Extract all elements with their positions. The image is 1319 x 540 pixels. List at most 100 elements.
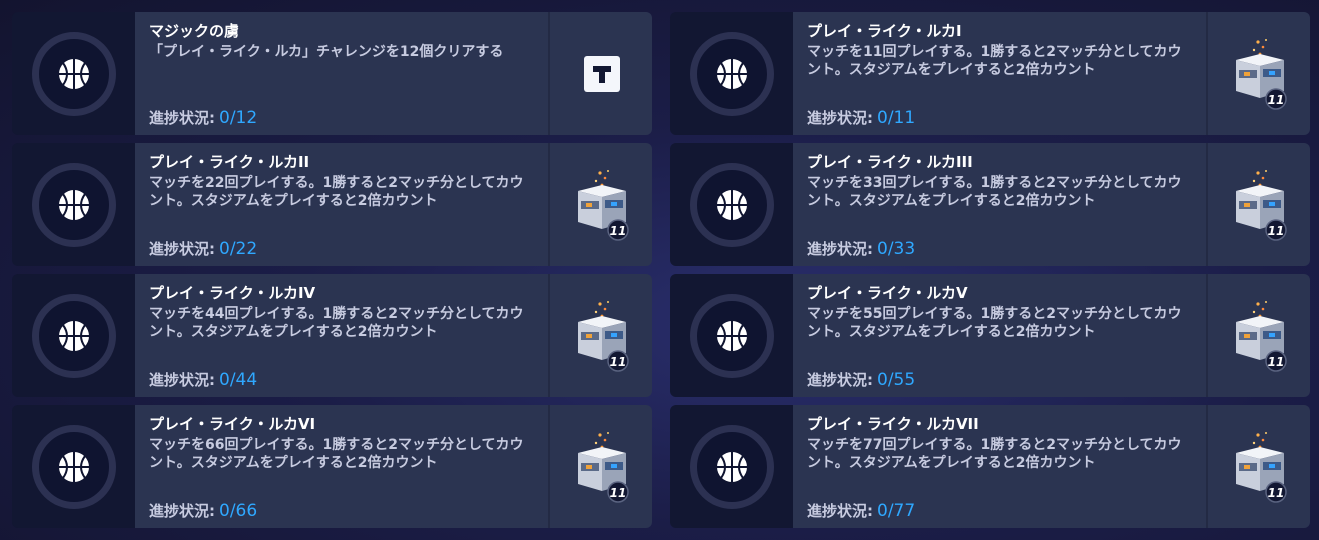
progress-label: 進捗状況: [807, 109, 873, 127]
challenge-progress: 進捗状況: 0/12 [149, 107, 257, 128]
challenge-title: プレイ・ライク・ルカIV [149, 284, 316, 302]
loot-box-badge: 11 [1268, 355, 1285, 369]
loot-box-icon: 11 [578, 169, 629, 241]
loot-box-icon: 11 [1236, 431, 1287, 503]
challenge-card[interactable]: プレイ・ライク・ルカV マッチを55回プレイする。1勝すると2マッチ分としてカウ… [670, 274, 1310, 397]
challenge-title: プレイ・ライク・ルカIII [807, 153, 973, 171]
loot-box-icon: 11 [578, 300, 629, 372]
challenge-icon-panel [670, 405, 793, 528]
basketball-icon [31, 424, 116, 509]
challenge-description: マッチを33回プレイする。1勝すると2マッチ分としてカウント。スタジアムをプレイ… [807, 175, 1182, 209]
challenge-progress: 進捗状況: 0/55 [807, 369, 915, 390]
progress-label: 進捗状況: [149, 240, 215, 258]
challenge-icon-panel [670, 274, 793, 397]
loot-box-badge: 11 [610, 224, 627, 238]
progress-total: /66 [229, 501, 258, 521]
challenge-content: プレイ・ライク・ルカV マッチを55回プレイする。1勝すると2マッチ分としてカウ… [793, 274, 1206, 397]
loot-box-badge: 11 [1268, 93, 1285, 107]
basketball-icon [31, 162, 116, 247]
reward-slot[interactable] [548, 12, 652, 135]
progress-current: 0 [219, 501, 230, 521]
challenge-content: マジックの虜 「プレイ・ライク・ルカ」チャレンジを12個クリアする 進捗状況: 0… [135, 12, 548, 135]
challenge-title: マジックの虜 [149, 22, 240, 40]
progress-total: /33 [887, 239, 916, 259]
challenge-content: プレイ・ライク・ルカIII マッチを33回プレイする。1勝すると2マッチ分として… [793, 143, 1206, 266]
challenge-icon-panel [670, 12, 793, 135]
challenge-title: プレイ・ライク・ルカVII [807, 415, 979, 433]
progress-total: /12 [229, 108, 258, 128]
loot-box-icon: 11 [1236, 300, 1287, 372]
challenge-progress: 進捗状況: 0/66 [149, 500, 257, 521]
challenge-description: マッチを66回プレイする。1勝すると2マッチ分としてカウント。スタジアムをプレイ… [149, 437, 524, 471]
challenge-description: マッチを11回プレイする。1勝すると2マッチ分としてカウント。スタジアムをプレイ… [807, 44, 1182, 78]
loot-box-icon: 11 [1236, 169, 1287, 241]
challenge-grid: マジックの虜 「プレイ・ライク・ルカ」チャレンジを12個クリアする 進捗状況: 0… [0, 0, 1319, 540]
challenge-icon-panel [12, 405, 135, 528]
progress-current: 0 [877, 370, 888, 390]
progress-total: /77 [887, 501, 916, 521]
challenge-description: マッチを55回プレイする。1勝すると2マッチ分としてカウント。スタジアムをプレイ… [807, 306, 1182, 340]
challenge-description: マッチを22回プレイする。1勝すると2マッチ分としてカウント。スタジアムをプレイ… [149, 175, 524, 209]
basketball-icon [689, 293, 774, 378]
challenge-content: プレイ・ライク・ルカIV マッチを44回プレイする。1勝すると2マッチ分としてカ… [135, 274, 548, 397]
challenge-progress: 進捗状況: 0/44 [149, 369, 257, 390]
reward-slot[interactable]: 11 [1206, 405, 1310, 528]
challenge-icon-panel [12, 143, 135, 266]
progress-label: 進捗状況: [807, 502, 873, 520]
challenge-card[interactable]: プレイ・ライク・ルカIII マッチを33回プレイする。1勝すると2マッチ分として… [670, 143, 1310, 266]
loot-box-icon: 11 [578, 431, 629, 503]
reward-slot[interactable]: 11 [548, 274, 652, 397]
challenge-title: プレイ・ライク・ルカII [149, 153, 310, 171]
reward-slot[interactable]: 11 [548, 405, 652, 528]
challenge-progress: 進捗状況: 0/22 [149, 238, 257, 259]
challenge-card[interactable]: マジックの虜 「プレイ・ライク・ルカ」チャレンジを12個クリアする 進捗状況: 0… [12, 12, 652, 135]
progress-current: 0 [877, 239, 888, 259]
challenge-title: プレイ・ライク・ルカVI [149, 415, 316, 433]
challenge-icon-panel [670, 143, 793, 266]
challenge-content: プレイ・ライク・ルカVI マッチを66回プレイする。1勝すると2マッチ分としてカ… [135, 405, 548, 528]
challenge-card[interactable]: プレイ・ライク・ルカII マッチを22回プレイする。1勝すると2マッチ分としてカ… [12, 143, 652, 266]
progress-label: 進捗状況: [149, 502, 215, 520]
progress-label: 進捗状況: [149, 109, 215, 127]
challenge-title: プレイ・ライク・ルカV [807, 284, 968, 302]
progress-current: 0 [219, 370, 230, 390]
challenge-progress: 進捗状況: 0/33 [807, 238, 915, 259]
loot-box-icon: 11 [1236, 38, 1287, 110]
progress-total: /11 [887, 108, 916, 128]
challenge-content: プレイ・ライク・ルカVII マッチを77回プレイする。1勝すると2マッチ分として… [793, 405, 1206, 528]
loot-box-badge: 11 [1268, 224, 1285, 238]
loot-box-badge: 11 [610, 486, 627, 500]
challenge-description: 「プレイ・ライク・ルカ」チャレンジを12個クリアする [149, 44, 504, 60]
basketball-icon [31, 293, 116, 378]
challenge-description: マッチを77回プレイする。1勝すると2マッチ分としてカウント。スタジアムをプレイ… [807, 437, 1182, 471]
reward-slot[interactable]: 11 [1206, 12, 1310, 135]
challenge-icon-panel [12, 12, 135, 135]
challenge-card[interactable]: プレイ・ライク・ルカVII マッチを77回プレイする。1勝すると2マッチ分として… [670, 405, 1310, 528]
challenge-description: マッチを44回プレイする。1勝すると2マッチ分としてカウント。スタジアムをプレイ… [149, 306, 524, 340]
progress-current: 0 [219, 108, 230, 128]
basketball-icon [689, 424, 774, 509]
basketball-icon [689, 162, 774, 247]
progress-total: /22 [229, 239, 258, 259]
basketball-icon [31, 31, 116, 116]
progress-total: /55 [887, 370, 916, 390]
challenge-title: プレイ・ライク・ルカI [807, 22, 962, 40]
challenge-icon-panel [12, 274, 135, 397]
challenge-card[interactable]: プレイ・ライク・ルカIV マッチを44回プレイする。1勝すると2マッチ分としてカ… [12, 274, 652, 397]
reward-slot[interactable]: 11 [548, 143, 652, 266]
t-logo-icon [584, 55, 620, 92]
challenge-content: プレイ・ライク・ルカI マッチを11回プレイする。1勝すると2マッチ分としてカウ… [793, 12, 1206, 135]
challenge-content: プレイ・ライク・ルカII マッチを22回プレイする。1勝すると2マッチ分としてカ… [135, 143, 548, 266]
loot-box-badge: 11 [610, 355, 627, 369]
progress-current: 0 [219, 239, 230, 259]
progress-label: 進捗状況: [807, 371, 873, 389]
progress-current: 0 [877, 108, 888, 128]
challenge-card[interactable]: プレイ・ライク・ルカI マッチを11回プレイする。1勝すると2マッチ分としてカウ… [670, 12, 1310, 135]
loot-box-badge: 11 [1268, 486, 1285, 500]
challenge-card[interactable]: プレイ・ライク・ルカVI マッチを66回プレイする。1勝すると2マッチ分としてカ… [12, 405, 652, 528]
progress-label: 進捗状況: [149, 371, 215, 389]
reward-slot[interactable]: 11 [1206, 274, 1310, 397]
progress-current: 0 [877, 501, 888, 521]
progress-label: 進捗状況: [807, 240, 873, 258]
reward-slot[interactable]: 11 [1206, 143, 1310, 266]
